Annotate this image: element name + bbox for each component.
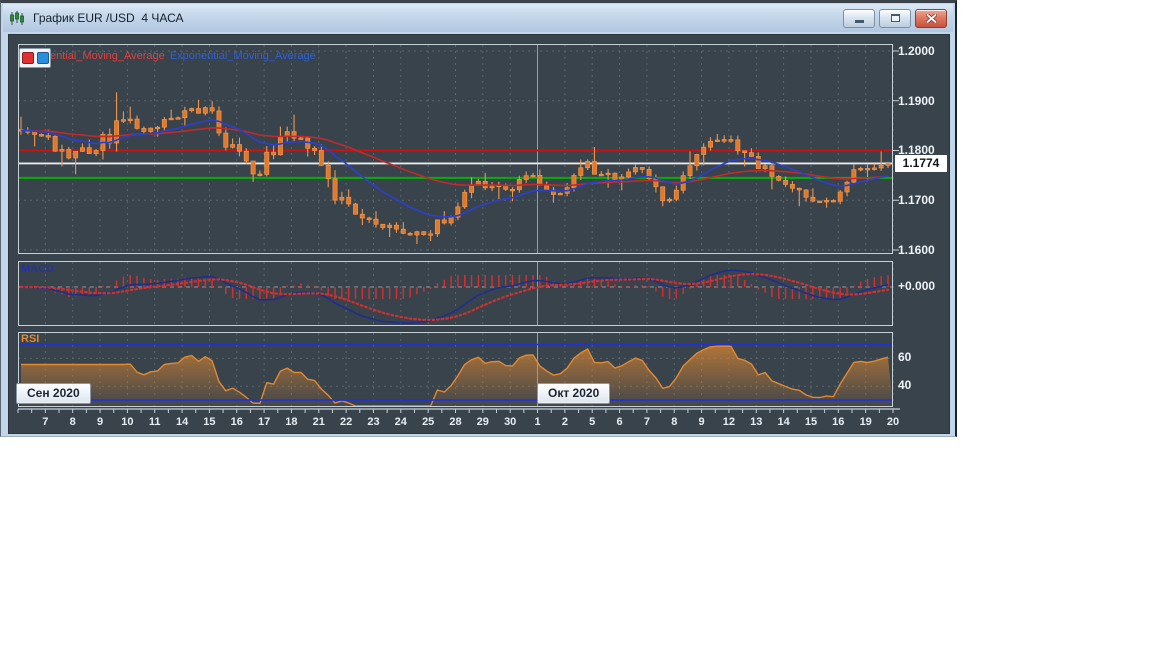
chart-canvas[interactable] xyxy=(9,35,949,433)
date-tick-label: 14 xyxy=(176,416,188,428)
price-tick-label: 1.1700 xyxy=(898,192,950,208)
date-tick-label: 20 xyxy=(887,416,899,428)
candlesticks xyxy=(19,92,890,244)
date-tick-label: 22 xyxy=(340,416,352,428)
date-tick-label: 1 xyxy=(534,416,540,428)
ma-legend-swatches[interactable] xyxy=(19,48,51,68)
date-tick-label: 18 xyxy=(285,416,297,428)
red-ma-swatch-icon xyxy=(22,52,34,64)
macd-panel-label: MACD xyxy=(21,263,54,275)
month-label-oct: Окт 2020 xyxy=(537,383,610,404)
date-tick-label: 21 xyxy=(313,416,325,428)
date-tick-label: 15 xyxy=(203,416,215,428)
date-tick-label: 25 xyxy=(422,416,434,428)
rsi-tick-label: 60 xyxy=(898,350,911,364)
date-tick-label: 11 xyxy=(149,416,161,428)
price-tick-label: 1.2000 xyxy=(898,43,950,59)
date-tick-label: 15 xyxy=(805,416,817,428)
date-tick-label: 10 xyxy=(121,416,133,428)
date-tick-label: 8 xyxy=(70,416,76,428)
rsi-panel-label: RSI xyxy=(21,333,39,345)
macd-zero-label: +0.000 xyxy=(898,279,935,293)
date-tick-label: 13 xyxy=(750,416,762,428)
date-tick-label: 30 xyxy=(504,416,516,428)
candlestick-chart-icon xyxy=(9,11,27,26)
date-tick-label: 9 xyxy=(699,416,705,428)
window-controls xyxy=(843,9,947,28)
date-tick-label: 12 xyxy=(723,416,735,428)
window-title: График EUR /USD 4 ЧАСА xyxy=(33,11,184,25)
chart-window: График EUR /USD 4 ЧАСА ential_Moving_Ave… xyxy=(0,0,957,437)
ema-red-label: ential_Moving_Average xyxy=(50,50,165,62)
date-tick-label: 7 xyxy=(644,416,650,428)
maximize-icon xyxy=(891,14,900,22)
chart-content: ential_Moving_Average Exponential_Moving… xyxy=(8,34,950,434)
date-tick-label: 6 xyxy=(617,416,623,428)
minimize-button[interactable] xyxy=(843,9,875,28)
date-tick-label: 5 xyxy=(589,416,595,428)
close-button[interactable] xyxy=(915,9,947,28)
close-icon xyxy=(926,14,937,23)
maximize-button[interactable] xyxy=(879,9,911,28)
ema-blue-label: Exponential_Moving_Average xyxy=(170,50,316,62)
date-tick-label: 2 xyxy=(562,416,568,428)
date-tick-label: 7 xyxy=(42,416,48,428)
ma-legend-labels: ential_Moving_Average Exponential_Moving… xyxy=(50,50,316,62)
date-tick-label: 8 xyxy=(671,416,677,428)
month-label-sep: Сен 2020 xyxy=(16,383,91,404)
macd-panel xyxy=(21,270,888,323)
date-tick-label: 16 xyxy=(832,416,844,428)
gridlines xyxy=(18,45,893,406)
date-tick-label: 29 xyxy=(477,416,489,428)
date-tick-label: 14 xyxy=(777,416,789,428)
date-tick-label: 16 xyxy=(231,416,243,428)
date-tick-label: 28 xyxy=(449,416,461,428)
date-tick-label: 17 xyxy=(258,416,270,428)
current-price-label: 1.1774 xyxy=(895,155,947,172)
blue-ma-swatch-icon xyxy=(37,52,49,64)
macd-line xyxy=(21,270,888,323)
date-tick-label: 23 xyxy=(367,416,379,428)
price-tick-label: 1.1600 xyxy=(898,242,950,258)
minimize-icon xyxy=(855,20,864,23)
rsi-tick-label: 40 xyxy=(898,378,911,392)
price-tick-label: 1.1900 xyxy=(898,93,950,109)
date-tick-label: 24 xyxy=(395,416,407,428)
date-tick-label: 9 xyxy=(97,416,103,428)
window-titlebar[interactable]: График EUR /USD 4 ЧАСА xyxy=(3,4,953,32)
price-panel xyxy=(18,92,893,244)
date-tick-label: 19 xyxy=(860,416,872,428)
